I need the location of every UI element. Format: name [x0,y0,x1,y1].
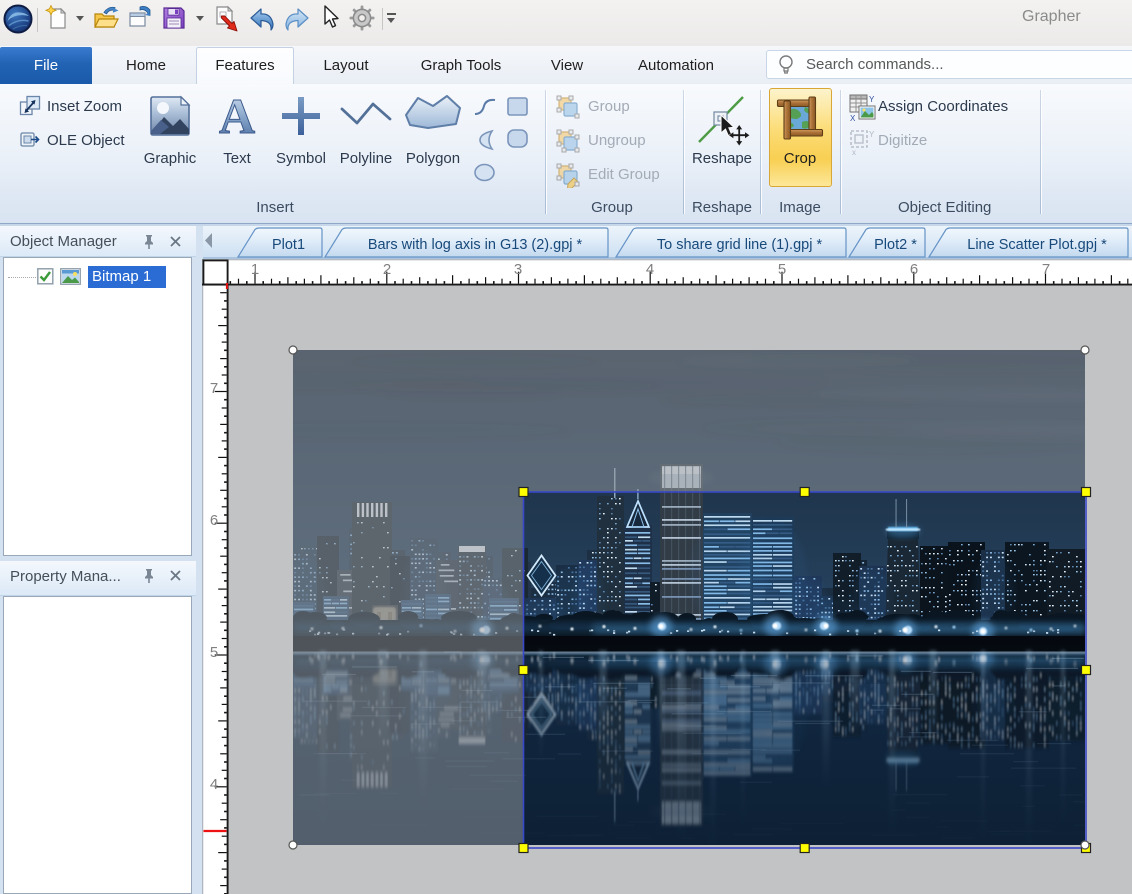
svg-text:7: 7 [1042,261,1050,278]
svg-text:3: 3 [514,261,522,278]
svg-text:Plot2 *: Plot2 * [874,237,917,253]
svg-text:5: 5 [210,644,218,661]
svg-text:Plot1: Plot1 [272,237,305,253]
svg-text:6: 6 [210,512,218,529]
svg-text:x: x [852,148,856,157]
svg-text:4: 4 [646,261,654,278]
svg-text:To share grid line (1).gpj *: To share grid line (1).gpj * [657,237,823,253]
svg-text:5: 5 [778,261,786,278]
svg-text:Line Scatter Plot.gpj *: Line Scatter Plot.gpj * [967,237,1107,253]
svg-text:1: 1 [251,261,259,278]
svg-text:A: A [219,92,255,138]
svg-text:Y: Y [869,130,875,139]
svg-text:7: 7 [210,380,218,397]
svg-text:Bars with log axis in G13 (2).: Bars with log axis in G13 (2).gpj * [368,237,583,253]
svg-text:4: 4 [210,776,218,793]
svg-text:X: X [850,114,856,123]
svg-text:Y: Y [869,95,875,104]
svg-text:2: 2 [383,261,391,278]
svg-text:6: 6 [910,261,918,278]
